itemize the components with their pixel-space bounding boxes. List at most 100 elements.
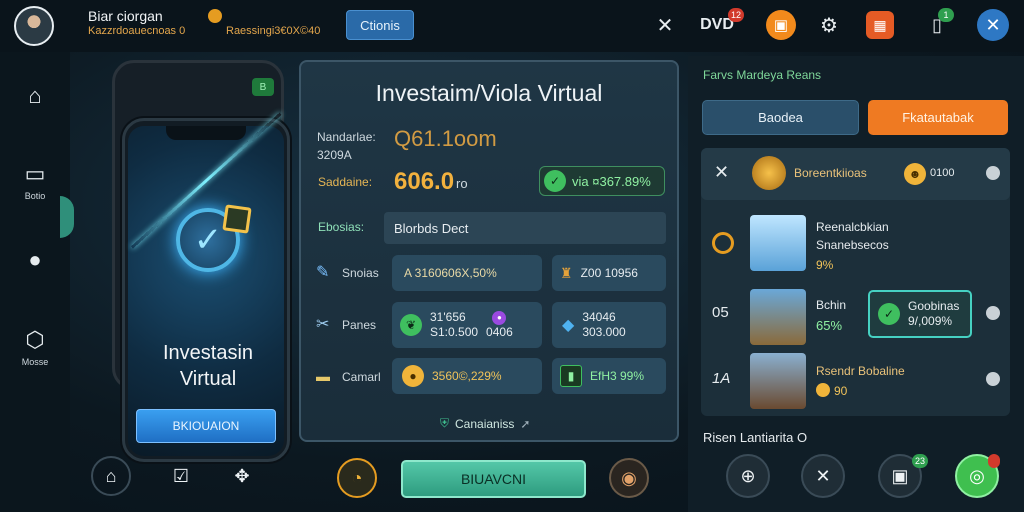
coin-icon bbox=[208, 9, 222, 23]
stat-value: Z00 10956 bbox=[580, 266, 638, 280]
stat-cell[interactable]: ◆ 34046 303.000 bbox=[552, 302, 666, 348]
home-icon[interactable]: ⌂ bbox=[91, 456, 131, 496]
notification-badge: 23 bbox=[912, 454, 928, 468]
shield-check-icon[interactable]: ☑ bbox=[161, 456, 201, 496]
sidebar-item-label: Botio bbox=[24, 191, 46, 201]
coin-icon bbox=[816, 383, 830, 397]
check-icon: ✓ bbox=[878, 303, 900, 325]
gem-icon: ◆ bbox=[562, 317, 575, 334]
handshake-icon[interactable]: ✥ bbox=[222, 456, 262, 496]
stat-value: 31'656 bbox=[430, 310, 466, 324]
right-panel-title: Farvs Mardeya Reans bbox=[703, 68, 822, 82]
row-label: Snoias bbox=[342, 266, 379, 280]
stat-cell[interactable]: ● 3560©,229% bbox=[392, 358, 542, 394]
close-icon[interactable]: ✕ bbox=[714, 162, 729, 183]
close-circle-icon[interactable]: ✕ bbox=[977, 9, 1009, 41]
side-tab-handle[interactable] bbox=[60, 196, 74, 238]
stat-cell[interactable]: ❦ 31'656 S1:0.500 ● 0406 bbox=[392, 302, 542, 348]
phone-title-line1: Investasin bbox=[162, 342, 254, 364]
field-label: Ebosias: bbox=[318, 220, 365, 234]
panel-title: Investaim/Viola Virtual bbox=[375, 80, 603, 106]
search-badge-icon[interactable]: ⊕ bbox=[726, 454, 770, 498]
building-thumbnail[interactable] bbox=[750, 353, 806, 409]
sidebar-item-botio[interactable]: ▭ Botio bbox=[10, 160, 60, 201]
top-action-button[interactable]: Ctionis bbox=[346, 10, 414, 40]
sidebar-item-label: Mosse bbox=[21, 357, 49, 367]
list-item-name: Reenalcbkian bbox=[816, 220, 889, 234]
avatar[interactable] bbox=[14, 6, 54, 46]
tools-icon: ✂ bbox=[316, 316, 330, 333]
player-stat-1: Kazzrdoauecnoas 0 bbox=[88, 25, 186, 37]
phone-notch bbox=[166, 126, 246, 140]
notification-badge: 12 bbox=[728, 8, 744, 22]
stat-cell[interactable]: ♜ Z00 10956 bbox=[552, 255, 666, 291]
camera-icon: ⌂ bbox=[28, 83, 42, 108]
stat-value: 34046 bbox=[582, 310, 616, 324]
spinner-icon bbox=[712, 232, 734, 254]
tab-right-button[interactable]: Fkatautabak bbox=[868, 100, 1008, 135]
notification-dot bbox=[988, 454, 1000, 468]
list-item-pct: 65% bbox=[816, 318, 843, 333]
phone-title-line2: Virtual bbox=[179, 368, 237, 390]
settings-icon[interactable]: ⚙ bbox=[812, 8, 846, 42]
radio-button[interactable] bbox=[986, 372, 1000, 386]
panel-footer[interactable]: ⛨ Canaianiss ➚ bbox=[440, 416, 530, 431]
panel-footer-text: Canaianiss bbox=[455, 416, 515, 431]
rocket-thumbnail[interactable] bbox=[750, 215, 806, 271]
row-label: Camarl bbox=[342, 370, 381, 384]
list-item-value: 0100 bbox=[930, 167, 955, 179]
stat-value: S1:0.500 bbox=[430, 325, 479, 339]
stat-value: 3560©,229% bbox=[432, 369, 502, 383]
radio-button[interactable] bbox=[986, 166, 1000, 180]
check-icon: ✓ bbox=[544, 170, 566, 192]
row1-value: Q61.1oom bbox=[394, 126, 497, 151]
row2-label: Saddaine: bbox=[318, 175, 373, 189]
key-icon bbox=[222, 204, 252, 234]
phone-screen bbox=[128, 126, 284, 456]
record-icon: ● bbox=[28, 247, 42, 272]
confirm-investment-button[interactable]: BIUAVCNI bbox=[401, 460, 586, 498]
sidebar-item-camera[interactable]: ⌂ bbox=[10, 82, 60, 110]
timer-icon[interactable]: ◔ bbox=[337, 458, 377, 498]
row2-value: 606.0 bbox=[394, 168, 455, 195]
notification-badge: 1 bbox=[938, 8, 954, 22]
player-name: Biar ciorgan bbox=[88, 8, 163, 24]
selected-option[interactable]: ✓ Goobinas 9/,009% bbox=[868, 290, 972, 338]
list-index: 05 bbox=[712, 304, 729, 321]
monitor-icon: ▭ bbox=[24, 161, 46, 186]
gift-icon[interactable]: ▦ bbox=[866, 11, 894, 39]
right-footer: Risen Lantiarita O bbox=[703, 430, 808, 445]
row-label: Panes bbox=[342, 318, 377, 332]
stat-value: 0406 bbox=[486, 324, 513, 339]
sidebar bbox=[0, 52, 70, 512]
radio-button[interactable] bbox=[986, 306, 1000, 320]
list-item-name: Boreentkiioas bbox=[794, 166, 867, 180]
sidebar-item-record[interactable]: ● bbox=[10, 246, 60, 274]
stat-value: EfH3 99% bbox=[590, 369, 645, 383]
chest-icon[interactable]: ▣ bbox=[766, 10, 796, 40]
trophy-icon: ♜ bbox=[560, 264, 573, 281]
camera-small-icon[interactable]: ◉ bbox=[609, 458, 649, 498]
close-icon[interactable]: ✕ bbox=[648, 8, 682, 42]
cash-icon: ▬ bbox=[316, 368, 330, 384]
list-index: 1A bbox=[712, 370, 731, 387]
pointer-icon: ➚ bbox=[520, 416, 531, 431]
stat-cell[interactable]: ▮ EfH3 99% bbox=[552, 358, 666, 394]
return-percent-pill[interactable]: ✓ via ¤367.89% bbox=[539, 166, 665, 196]
phone-invest-button[interactable]: BKIOUAION bbox=[136, 409, 276, 443]
plan-field[interactable]: Blorbds Dect bbox=[384, 212, 666, 244]
battery-icon: B bbox=[252, 78, 274, 96]
stat-cell[interactable]: A 3160606X,50% bbox=[392, 255, 542, 291]
list-item-name: Rsendr Bobaline bbox=[816, 364, 905, 378]
edit-icon: ✎ bbox=[316, 264, 330, 281]
shop-thumbnail[interactable] bbox=[750, 289, 806, 345]
return-percent: via ¤367.89% bbox=[572, 173, 651, 189]
sidebar-item-mosse[interactable]: ⬡ Mosse bbox=[10, 326, 60, 367]
tools-icon[interactable]: ✕ bbox=[801, 454, 845, 498]
list-item-value: 90 bbox=[834, 384, 848, 398]
tab-left-button[interactable]: Baodea bbox=[702, 100, 859, 135]
row2-unit: ro bbox=[456, 176, 468, 191]
shield-small-icon: ⛨ bbox=[440, 416, 450, 430]
chart-icon: ▮ bbox=[560, 365, 582, 387]
gear-icon: ⬡ bbox=[25, 327, 45, 352]
